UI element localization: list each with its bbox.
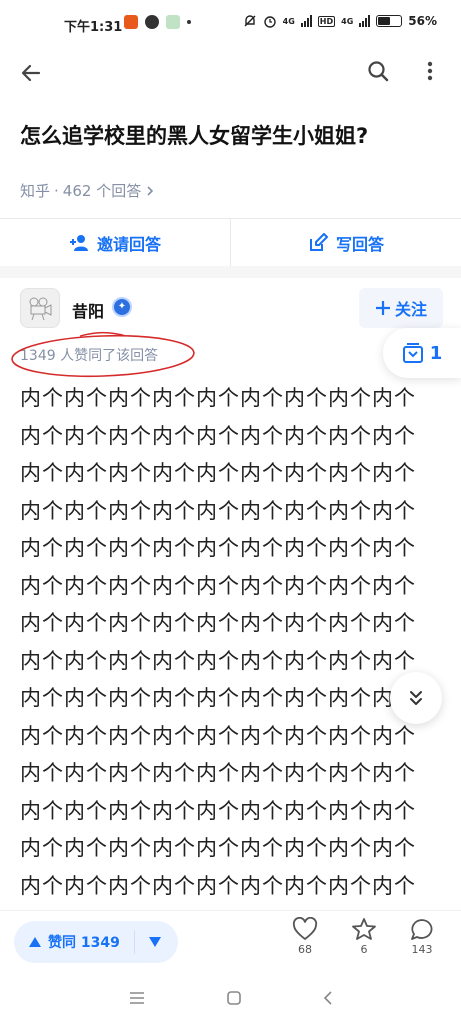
collection-box-icon <box>402 343 423 363</box>
plus-icon <box>375 301 390 315</box>
like-button[interactable]: 68 <box>285 917 325 956</box>
alarm-icon <box>263 16 276 28</box>
content-line: 内个内个内个内个内个内个内个内个内个 <box>20 686 416 710</box>
signal-icon <box>300 15 312 27</box>
question-title[interactable]: 怎么追学校里的黑人女留学生小姐姐? <box>20 120 450 152</box>
status-time: 下午1:31 <box>64 20 123 35</box>
answers-count: 462 个回答 <box>62 182 142 200</box>
battery-icon <box>376 15 403 27</box>
zhihu-notification-icon <box>145 15 159 29</box>
system-navigation-bar <box>0 972 461 1024</box>
author-name[interactable]: 昔阳 <box>72 298 104 322</box>
avatar[interactable] <box>20 288 60 328</box>
invite-answer-button[interactable]: 邀请回答 <box>0 219 230 266</box>
chevron-right-icon <box>147 185 154 196</box>
author-avatar-image <box>29 297 52 321</box>
write-answer-label: 写回答 <box>335 234 384 254</box>
heart-icon <box>292 917 318 940</box>
content-line: 内个内个内个内个内个内个内个内个内个 <box>20 611 416 635</box>
content-line: 内个内个内个内个内个内个内个内个内个 <box>20 536 416 560</box>
invite-answer-label: 邀请回答 <box>96 234 161 254</box>
triangle-down-icon <box>148 937 161 947</box>
add-user-icon <box>69 234 88 251</box>
comment-count: 143 <box>411 943 433 956</box>
status-bar: 下午1:31 4G HD 4G 56% <box>0 0 461 40</box>
content-line: 内个内个内个内个内个内个内个内个内个 <box>20 836 416 860</box>
back-button[interactable] <box>16 58 46 88</box>
section-divider <box>0 266 461 278</box>
star-icon <box>352 918 376 940</box>
edit-icon <box>309 232 328 251</box>
follow-label: 关注 <box>394 300 427 319</box>
bottom-toolbar: 赞同 1349 68 6 143 <box>0 910 461 972</box>
content-line: 内个内个内个内个内个内个内个内个内个 <box>20 873 416 898</box>
triangle-up-icon <box>29 937 41 947</box>
upvote-button[interactable]: 赞同 1349 <box>14 932 134 952</box>
content-line: 内个内个内个内个内个内个内个内个内个 <box>20 498 416 523</box>
status-notification-icons <box>124 15 191 29</box>
arrow-left-icon <box>21 64 41 82</box>
question-source: 知乎 <box>20 182 51 200</box>
content-line: 内个内个内个内个内个内个内个内个内个 <box>20 798 416 823</box>
content-line: 内个内个内个内个内个内个内个内个内个 <box>20 761 416 785</box>
content-line: 内个内个内个内个内个内个内个内个内个 <box>20 723 416 748</box>
vote-group: 赞同 1349 <box>14 921 178 963</box>
more-button[interactable] <box>415 56 445 86</box>
downvote-button[interactable] <box>134 930 174 954</box>
search-icon <box>368 61 389 82</box>
hd-badge: HD <box>317 15 336 27</box>
more-vertical-icon <box>427 61 433 81</box>
top-bar <box>0 40 461 104</box>
content-line: 内个内个内个内个内个内个内个内个内个 <box>20 423 416 448</box>
follow-button[interactable]: 关注 <box>359 288 443 328</box>
meta-separator: · <box>54 181 59 200</box>
search-button[interactable] <box>363 56 393 86</box>
upvote-label: 赞同 1349 <box>48 935 120 951</box>
question-meta[interactable]: 知乎 · 462 个回答 <box>20 180 155 201</box>
favorite-button[interactable]: 6 <box>344 917 384 956</box>
status-right-icons: 4G HD 4G 56% <box>243 14 437 28</box>
collections-button[interactable]: 1 <box>383 328 461 378</box>
write-answer-button[interactable]: 写回答 <box>230 219 461 266</box>
back-nav-icon[interactable] <box>322 990 334 1006</box>
content-line: 内个内个内个内个内个内个内个内个内个 <box>20 648 416 673</box>
question-actions: 邀请回答 写回答 <box>0 218 461 266</box>
comment-button[interactable]: 143 <box>402 917 442 956</box>
double-chevron-down-icon <box>410 691 422 705</box>
more-notifications-icon <box>187 20 191 24</box>
star-count: 6 <box>360 943 368 956</box>
answer-content: 内个内个内个内个内个内个内个内个内个 内个内个内个内个内个内个内个内个内个 内个… <box>20 380 445 910</box>
content-line: 内个内个内个内个内个内个内个内个内个 <box>20 386 416 410</box>
red-circle-annotation <box>11 331 195 378</box>
content-line: 内个内个内个内个内个内个内个内个内个 <box>20 573 416 598</box>
like-count: 68 <box>298 943 312 956</box>
menu-icon[interactable] <box>128 991 146 1005</box>
content-line: 内个内个内个内个内个内个内个内个内个 <box>20 461 416 485</box>
signal-icon <box>359 15 371 27</box>
battery-level: 56% <box>408 14 437 28</box>
network-type: 4G <box>341 16 354 26</box>
app-notification-icon <box>166 15 180 29</box>
comment-icon <box>411 919 433 940</box>
verified-badge-icon: ✦ <box>112 297 132 317</box>
home-icon[interactable] <box>226 990 242 1006</box>
app-notification-icon <box>124 15 138 29</box>
network-type: 4G <box>282 16 295 26</box>
collections-count: 1 <box>429 342 443 364</box>
expand-button[interactable] <box>390 672 442 724</box>
mute-icon <box>244 15 256 27</box>
